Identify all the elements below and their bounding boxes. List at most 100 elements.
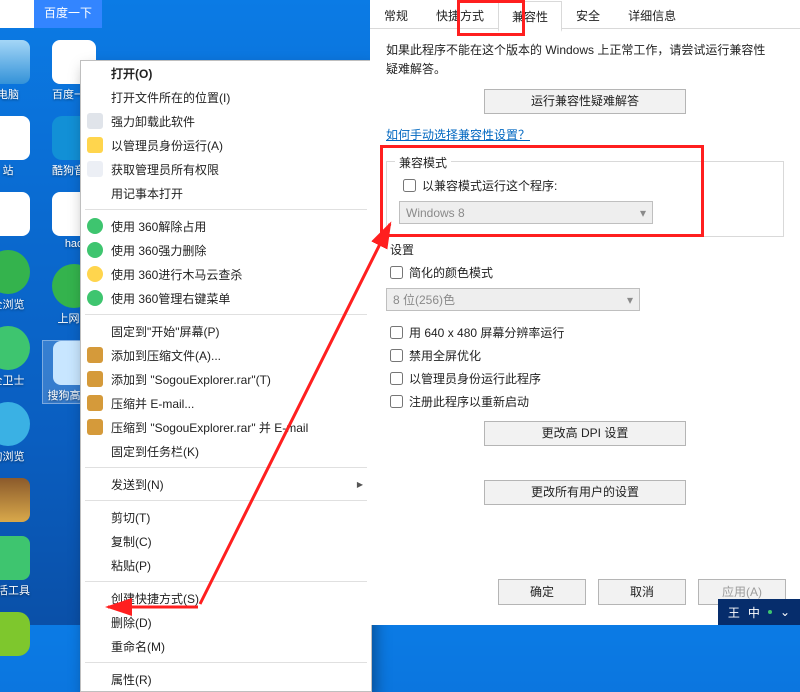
disable-fullscreen-check-label: 禁用全屏优化 (409, 347, 481, 364)
desktop-icon-label: 全卫士 (0, 372, 40, 388)
menu-item-label: 获取管理员所有权限 (111, 161, 219, 178)
res640-check-label: 用 640 x 480 屏幕分辨率运行 (409, 324, 564, 341)
desktop-icon-label: 电脑 (0, 86, 40, 102)
desktop-icon[interactable] (0, 612, 40, 656)
menu-item[interactable]: 压缩并 E-mail... (81, 391, 371, 415)
menu-item-label: 固定到任务栏(K) (111, 443, 199, 460)
run-admin-check-input[interactable] (390, 372, 403, 385)
menu-item[interactable]: 使用 360解除占用 (81, 214, 371, 238)
ime-king-icon[interactable]: 王 (728, 604, 740, 621)
menu-item[interactable]: 添加到压缩文件(A)... (81, 343, 371, 367)
color-mode-check-label: 简化的颜色模式 (409, 264, 493, 281)
desktop-icon[interactable]: 狗浏览 (0, 402, 40, 464)
cancel-button[interactable]: 取消 (598, 579, 686, 605)
menu-separator (85, 467, 367, 468)
settings-group: 设置 简化的颜色模式 8 位(256)色 用 640 x 480 屏幕分辨率运行… (386, 249, 784, 468)
menu-item-label: 添加到压缩文件(A)... (111, 347, 221, 364)
ime-caret-icon[interactable]: ⌄ (780, 605, 790, 619)
desktop-icon[interactable] (0, 478, 40, 522)
disable-fullscreen-checkbox[interactable]: 禁用全屏优化 (386, 346, 784, 365)
menu-item[interactable]: 剪切(T) (81, 505, 371, 529)
menu-item-label: 用记事本打开 (111, 185, 183, 202)
menu-item-label: 重命名(M) (111, 638, 165, 655)
menu-item-label: 剪切(T) (111, 509, 150, 526)
compat-mode-check-input[interactable] (403, 179, 416, 192)
register-restart-check-label: 注册此程序以重新启动 (409, 393, 529, 410)
tab-4[interactable]: 详细信息 (614, 0, 690, 29)
tab-2[interactable]: 兼容性 (498, 1, 562, 32)
menu-item[interactable]: 获取管理员所有权限 (81, 157, 371, 181)
desktop-icon-label: 全浏览 (0, 296, 40, 312)
baidu-search-button[interactable]: 百度一下 (34, 0, 102, 28)
menu-item[interactable]: 使用 360进行木马云查杀 (81, 262, 371, 286)
help-link[interactable]: 如何手动选择兼容性设置？ (386, 126, 530, 143)
ime-lang-indicator[interactable]: 中 (748, 604, 760, 621)
menu-item[interactable]: 打开(O) (81, 61, 371, 85)
run-admin-checkbox[interactable]: 以管理员身份运行此程序 (386, 369, 784, 388)
menu-item[interactable]: 删除(D) (81, 610, 371, 634)
app-icon (0, 402, 30, 446)
menu-separator (85, 209, 367, 210)
menu-item[interactable]: 粘贴(P) (81, 553, 371, 577)
menu-item[interactable]: 压缩到 "SogouExplorer.rar" 并 E-mail (81, 415, 371, 439)
taskbar-fragment: 王 中 ⌄ (718, 599, 800, 625)
menu-item[interactable]: 发送到(N) (81, 472, 371, 496)
app-icon (0, 40, 30, 84)
ok-button[interactable]: 确定 (498, 579, 586, 605)
rar-icon (87, 395, 103, 411)
desktop-icon[interactable]: 激活工具 (0, 536, 40, 598)
menu-item[interactable]: 重命名(M) (81, 634, 371, 658)
all-users-button[interactable]: 更改所有用户的设置 (484, 480, 686, 505)
desktop-icon[interactable]: 全卫士 (0, 326, 40, 388)
tab-1[interactable]: 快捷方式 (422, 0, 498, 29)
res640-check-input[interactable] (390, 326, 403, 339)
desktop-icon[interactable]: 全浏览 (0, 250, 40, 312)
menu-item-label: 固定到"开始"屏幕(P) (111, 323, 220, 340)
menu-item-label: 使用 360进行木马云查杀 (111, 266, 242, 283)
menu-item[interactable]: 打开文件所在的位置(I) (81, 85, 371, 109)
color-mode-check-input[interactable] (390, 266, 403, 279)
dpi-settings-button[interactable]: 更改高 DPI 设置 (484, 421, 686, 446)
troubleshoot-button[interactable]: 运行兼容性疑难解答 (484, 89, 686, 114)
menu-item[interactable]: 添加到 "SogouExplorer.rar"(T) (81, 367, 371, 391)
color-mode-checkbox[interactable]: 简化的颜色模式 (386, 263, 784, 282)
settings-legend: 设置 (386, 241, 418, 258)
shield-icon (87, 137, 103, 153)
disable-fullscreen-check-input[interactable] (390, 349, 403, 362)
menu-item[interactable]: 复制(C) (81, 529, 371, 553)
menu-separator (85, 314, 367, 315)
tab-0[interactable]: 常规 (370, 0, 422, 29)
menu-item[interactable]: 固定到"开始"屏幕(P) (81, 319, 371, 343)
register-restart-checkbox[interactable]: 注册此程序以重新启动 (386, 392, 784, 411)
desktop-icon-label: 站 (0, 162, 40, 178)
app-icon (0, 478, 30, 522)
menu-separator (85, 500, 367, 501)
desktop-icon[interactable] (0, 192, 40, 236)
tab-3[interactable]: 安全 (562, 0, 614, 29)
res640-checkbox[interactable]: 用 640 x 480 屏幕分辨率运行 (386, 323, 784, 342)
app-icon (0, 116, 30, 160)
color-depth-dropdown[interactable]: 8 位(256)色 (386, 288, 640, 311)
compat-os-dropdown[interactable]: Windows 8 (399, 201, 653, 224)
menu-item[interactable]: 固定到任务栏(K) (81, 439, 371, 463)
menu-item[interactable]: 用记事本打开 (81, 181, 371, 205)
compat-mode-checkbox[interactable]: 以兼容模式运行这个程序: (399, 176, 771, 195)
menu-item-label: 粘贴(P) (111, 557, 151, 574)
run-admin-check-label: 以管理员身份运行此程序 (409, 370, 541, 387)
app-icon (0, 192, 30, 236)
tab-strip: 常规快捷方式兼容性安全详细信息 (370, 0, 800, 29)
menu-item[interactable]: 使用 360强力删除 (81, 238, 371, 262)
menu-item[interactable]: 属性(R) (81, 667, 371, 691)
menu-item-label: 复制(C) (111, 533, 152, 550)
compat-mode-check-label: 以兼容模式运行这个程序: (422, 177, 557, 194)
key-icon (87, 161, 103, 177)
desktop-icon[interactable]: 站 (0, 116, 40, 178)
menu-item[interactable]: 使用 360管理右键菜单 (81, 286, 371, 310)
menu-item-label: 创建快捷方式(S) (111, 590, 199, 607)
desktop-icon[interactable]: 电脑 (0, 40, 40, 102)
menu-item[interactable]: 强力卸载此软件 (81, 109, 371, 133)
compat-mode-legend: 兼容模式 (395, 154, 451, 171)
menu-item[interactable]: 创建快捷方式(S) (81, 586, 371, 610)
register-restart-check-input[interactable] (390, 395, 403, 408)
menu-item[interactable]: 以管理员身份运行(A) (81, 133, 371, 157)
